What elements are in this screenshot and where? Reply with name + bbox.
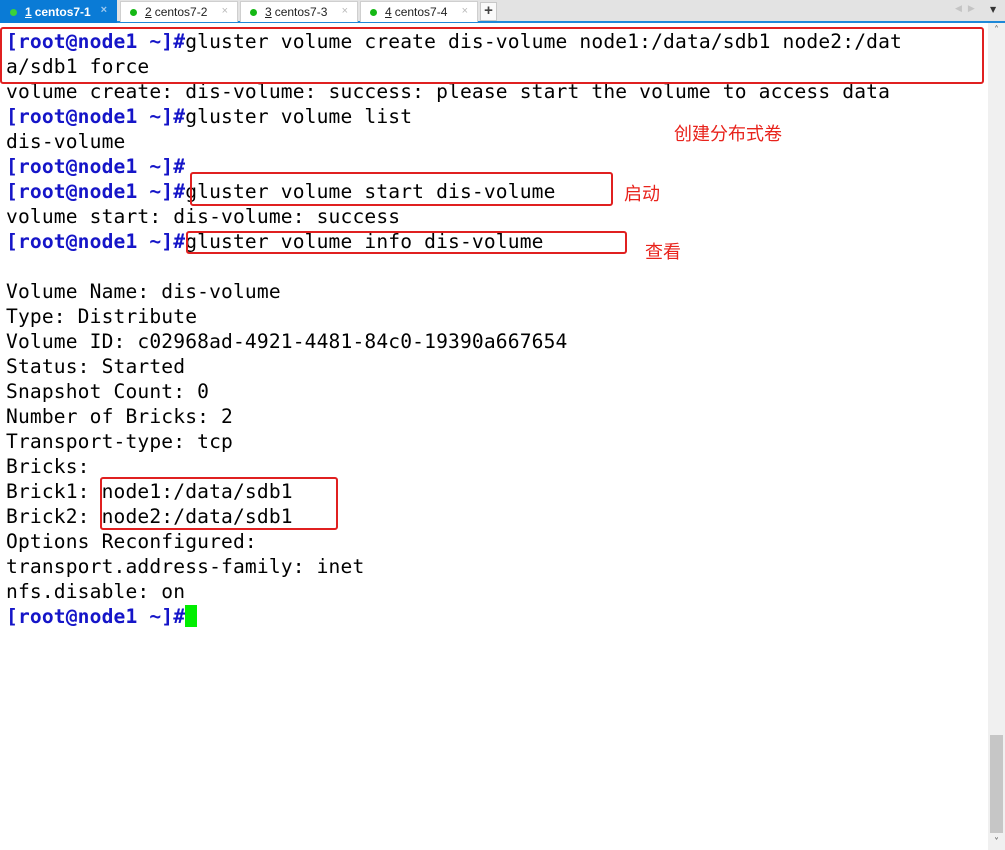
close-tab-icon[interactable]: × — [101, 4, 107, 16]
tab-label: centos7-4 — [394, 5, 448, 19]
output-text: Volume ID: c02968ad-4921-4481-84c0-19390… — [6, 330, 568, 353]
output-text: Bricks: — [6, 455, 90, 478]
connected-status-icon — [250, 8, 257, 16]
close-tab-icon[interactable]: × — [342, 5, 348, 17]
annotation-view: 查看 — [645, 242, 681, 263]
output-text: nfs.disable: on — [6, 580, 186, 603]
output-line: transport.address-family: inet — [6, 554, 364, 579]
output-line: Type: Distribute — [6, 304, 197, 329]
output-line: Volume ID: c02968ad-4921-4481-84c0-19390… — [6, 329, 567, 354]
tab-list-dropdown-icon[interactable]: ▼ — [990, 5, 996, 14]
new-tab-button[interactable]: + — [480, 2, 497, 21]
connected-status-icon — [130, 8, 137, 16]
tab-number: 2 — [145, 5, 152, 19]
output-line: Snapshot Count: 0 — [6, 379, 209, 404]
command-line: [root@node1 ~]# — [6, 604, 198, 629]
tab-centos7-4[interactable]: 4 centos7-4 × — [360, 1, 478, 22]
output-line: Volume Name: dis-volume — [6, 279, 281, 304]
output-text: Options Reconfigured: — [6, 530, 257, 553]
annotation-create-volume: 创建分布式卷 — [674, 124, 782, 145]
scroll-tabs-left-icon[interactable]: ◀ — [955, 4, 968, 14]
highlight-start-command — [190, 172, 613, 206]
scrollbar-thumb[interactable] — [990, 735, 1003, 833]
terminal-output[interactable]: [root@node1 ~]#gluster volume create dis… — [0, 23, 988, 850]
tab-centos7-1[interactable]: 1 centos7-1 × — [0, 0, 117, 23]
scroll-down-icon[interactable]: ˅ — [988, 837, 1005, 848]
output-line: nfs.disable: on — [6, 579, 185, 604]
close-tab-icon[interactable]: × — [222, 5, 228, 17]
output-line: Status: Started — [6, 354, 185, 379]
command-line: [root@node1 ~]# — [6, 154, 185, 179]
shell-prompt: [root@node1 ~]# — [6, 230, 186, 253]
shell-prompt: [root@node1 ~]# — [6, 105, 186, 128]
scroll-tabs-right-icon[interactable]: ▶ — [968, 4, 981, 14]
tab-scroll-arrows: ◀▶ — [955, 4, 981, 14]
output-text: Volume Name: dis-volume — [6, 280, 281, 303]
shell-prompt: [root@node1 ~]# — [6, 155, 186, 178]
tab-label: centos7-3 — [274, 5, 328, 19]
output-text: dis-volume — [6, 130, 126, 153]
tab-centos7-3[interactable]: 3 centos7-3 × — [240, 1, 358, 22]
close-tab-icon[interactable]: × — [462, 5, 468, 17]
vertical-scrollbar[interactable]: ˄ ˅ — [988, 23, 1005, 850]
connected-status-icon — [370, 8, 377, 16]
output-text: Status: Started — [6, 355, 186, 378]
shell-prompt: [root@node1 ~]# — [6, 605, 186, 628]
command-text: gluster volume list — [185, 105, 413, 128]
tab-centos7-2[interactable]: 2 centos7-2 × — [120, 1, 238, 22]
tab-number: 4 — [385, 5, 392, 19]
output-text: transport.address-family: inet — [6, 555, 365, 578]
output-line: Number of Bricks: 2 — [6, 404, 233, 429]
tab-label: centos7-1 — [34, 5, 91, 19]
tab-number: 1 — [25, 5, 32, 19]
output-line: Transport-type: tcp — [6, 429, 233, 454]
tab-label: centos7-2 — [154, 5, 208, 19]
connected-status-icon — [10, 8, 17, 16]
tab-number: 3 — [265, 5, 272, 19]
output-text: Transport-type: tcp — [6, 430, 233, 453]
output-line: dis-volume — [6, 129, 125, 154]
output-line: Bricks: — [6, 454, 90, 479]
highlight-create-command — [0, 27, 984, 84]
output-text: Type: Distribute — [6, 305, 198, 328]
output-text: Number of Bricks: 2 — [6, 405, 233, 428]
highlight-info-command — [186, 231, 627, 254]
output-line: Options Reconfigured: — [6, 529, 257, 554]
command-line: [root@node1 ~]#gluster volume list — [6, 104, 412, 129]
shell-prompt: [root@node1 ~]# — [6, 180, 186, 203]
output-text: Snapshot Count: 0 — [6, 380, 210, 403]
annotation-start: 启动 — [624, 184, 660, 205]
text-cursor — [185, 605, 198, 627]
tab-bar: 1 centos7-1 × 2 centos7-2 × 3 centos7-3 … — [0, 0, 1005, 23]
highlight-bricks — [100, 477, 338, 530]
scroll-up-icon[interactable]: ˄ — [988, 25, 1005, 36]
output-line: volume start: dis-volume: success — [6, 204, 400, 229]
output-text: volume start: dis-volume: success — [6, 205, 401, 228]
